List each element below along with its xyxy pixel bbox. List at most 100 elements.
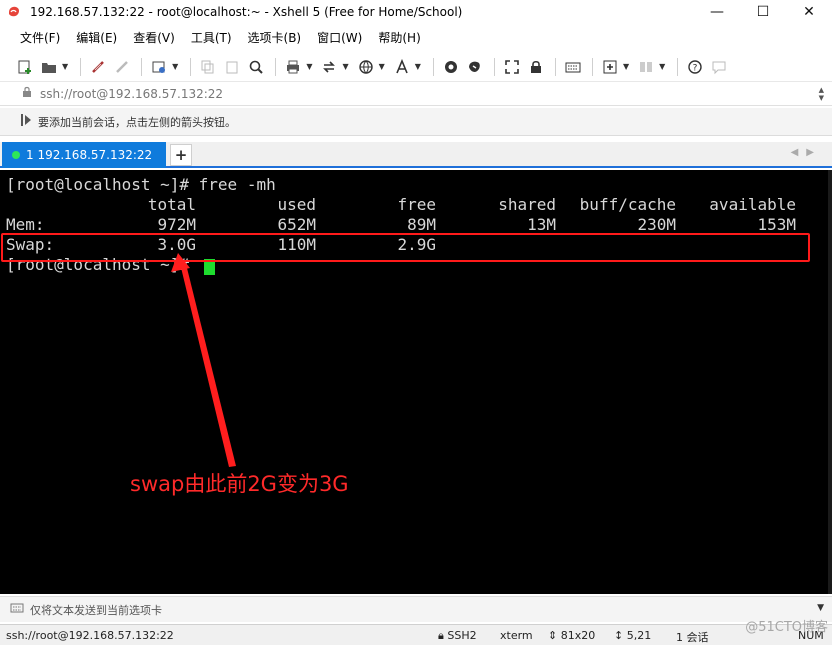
chevron-right-icon[interactable]: ▶ xyxy=(806,147,822,158)
connection-status-icon xyxy=(12,151,20,159)
properties-icon[interactable] xyxy=(148,56,170,78)
header-free: free xyxy=(397,195,436,214)
tab-session-1[interactable]: 1 192.168.57.132:22 xyxy=(2,142,166,168)
new-session-icon[interactable] xyxy=(14,56,36,78)
status-size: ⇕ 81x20 xyxy=(548,629,595,642)
mem-available: 153M xyxy=(757,215,796,234)
chevron-up-icon[interactable]: ▲ xyxy=(819,86,824,94)
paste-icon[interactable] xyxy=(221,56,243,78)
mem-label: Mem: xyxy=(6,215,45,234)
status-size-text: 81x20 xyxy=(560,629,596,642)
font-icon[interactable] xyxy=(391,56,413,78)
cursor-pos-icon: ↕ xyxy=(614,629,624,642)
status-bar: ssh://root@192.168.57.132:22 🔒︎ SSH2 xte… xyxy=(0,624,832,645)
chevron-down-icon[interactable]: ▼ xyxy=(817,603,824,613)
copy-icon[interactable] xyxy=(197,56,219,78)
globe-icon[interactable] xyxy=(355,56,377,78)
menu-file[interactable]: 文件(F) xyxy=(20,29,60,46)
toolbar-divider xyxy=(275,57,277,76)
mem-free: 89M xyxy=(407,215,436,234)
status-connection: ssh://root@192.168.57.132:22 xyxy=(6,629,174,642)
layout-icon[interactable] xyxy=(635,56,657,78)
chevron-down-icon[interactable]: ▼ xyxy=(415,62,421,71)
minimize-button[interactable]: — xyxy=(694,0,740,24)
transfer-icon[interactable] xyxy=(318,56,340,78)
chevron-down-icon[interactable]: ▼ xyxy=(172,62,178,71)
session-hint-bar: 要添加当前会话，点击左侧的箭头按钮。 xyxy=(0,108,832,136)
tab-navigation[interactable]: ◀▶ xyxy=(791,147,822,158)
header-available: available xyxy=(709,195,796,214)
swap-highlight-box xyxy=(1,233,810,262)
tab-label: 1 192.168.57.132:22 xyxy=(26,148,153,162)
arrow-icon[interactable] xyxy=(20,113,32,130)
mem-used: 652M xyxy=(277,215,316,234)
toolbar-divider xyxy=(190,57,192,76)
window-title: 192.168.57.132:22 - root@localhost:~ - X… xyxy=(30,5,463,19)
xftp-icon[interactable] xyxy=(440,56,462,78)
header-used: used xyxy=(277,195,316,214)
toolbar-divider xyxy=(141,57,143,76)
lock-icon: 🔒︎ xyxy=(438,629,444,642)
svg-text:?: ? xyxy=(693,63,698,73)
menu-bar: 文件(F) 编辑(E) 查看(V) 工具(T) 选项卡(B) 窗口(W) 帮助(… xyxy=(0,26,832,48)
help-icon[interactable]: ? xyxy=(684,56,706,78)
chevron-down-icon[interactable]: ▼ xyxy=(62,62,68,71)
chat-icon[interactable] xyxy=(708,56,730,78)
header-buff-cache: buff/cache xyxy=(579,195,676,214)
status-cursor: ↕ 5,21 xyxy=(614,629,651,642)
close-button[interactable]: ✕ xyxy=(786,0,832,24)
maximize-button[interactable]: ☐ xyxy=(740,0,786,24)
add-panel-icon[interactable] xyxy=(599,56,621,78)
menu-view[interactable]: 查看(V) xyxy=(133,29,175,46)
keyboard-icon[interactable] xyxy=(562,56,584,78)
send-bar[interactable]: 仅将文本发送到当前选项卡 ▼ xyxy=(0,596,832,622)
fullscreen-icon[interactable] xyxy=(501,56,523,78)
reconnect-icon[interactable] xyxy=(87,56,109,78)
add-tab-button[interactable]: + xyxy=(170,144,192,166)
menu-window[interactable]: 窗口(W) xyxy=(317,29,362,46)
xshell-logo-icon xyxy=(6,4,22,20)
mem-total: 972M xyxy=(157,215,196,234)
chevron-down-icon[interactable]: ▼ xyxy=(379,62,385,71)
title-bar: 192.168.57.132:22 - root@localhost:~ - X… xyxy=(0,0,832,24)
chevron-down-icon[interactable]: ▼ xyxy=(306,62,312,71)
mem-buff-cache: 230M xyxy=(637,215,676,234)
address-input[interactable]: ssh://root@192.168.57.132:22 xyxy=(40,87,223,101)
mem-shared: 13M xyxy=(527,215,556,234)
chevron-down-icon[interactable]: ▼ xyxy=(819,94,824,102)
toolbar-divider xyxy=(554,57,556,76)
tab-bar: 1 192.168.57.132:22 + ◀▶ xyxy=(0,142,832,168)
menu-tools[interactable]: 工具(T) xyxy=(191,29,232,46)
prompt-line: [root@localhost ~]# free -mh xyxy=(6,175,276,194)
status-protocol: 🔒︎ SSH2 xyxy=(438,629,477,643)
mem-row: Mem: 972M 652M 89M 13M 230M 153M xyxy=(6,215,826,235)
header-row: total used free shared buff/cache availa… xyxy=(6,195,826,215)
status-protocol-text: SSH2 xyxy=(447,629,477,642)
lock-icon[interactable] xyxy=(525,56,547,78)
keyboard-icon xyxy=(10,602,24,617)
disconnect-icon[interactable] xyxy=(111,56,133,78)
print-icon[interactable] xyxy=(282,56,304,78)
chevron-down-icon[interactable]: ▼ xyxy=(342,62,348,71)
menu-help[interactable]: 帮助(H) xyxy=(378,29,420,46)
find-icon[interactable] xyxy=(245,56,267,78)
menu-tab[interactable]: 选项卡(B) xyxy=(248,29,302,46)
chevron-down-icon[interactable]: ▼ xyxy=(623,62,629,71)
lock-icon xyxy=(22,86,32,101)
header-total: total xyxy=(147,195,196,214)
toolbar-divider xyxy=(677,57,679,76)
menu-edit[interactable]: 编辑(E) xyxy=(76,29,117,46)
address-bar[interactable]: ssh://root@192.168.57.132:22 ▲ ▼ xyxy=(0,82,832,106)
hint-text: 要添加当前会话，点击左侧的箭头按钮。 xyxy=(38,115,236,129)
status-sessions: 1 会话 xyxy=(676,631,709,644)
open-folder-icon[interactable] xyxy=(38,56,60,78)
chevron-left-icon[interactable]: ◀ xyxy=(791,147,807,158)
xmanager-icon[interactable] xyxy=(464,56,486,78)
chevron-down-icon[interactable]: ▼ xyxy=(659,62,665,71)
terminal-scrollbar[interactable] xyxy=(828,170,832,594)
toolbar-divider xyxy=(432,57,434,76)
address-scroll[interactable]: ▲ ▼ xyxy=(819,86,824,102)
resize-icon: ⇕ xyxy=(548,629,558,642)
toolbar: ▼ ▼ ▼ ▼ ▼ ▼ ▼ ▼ ? xyxy=(0,52,832,82)
toolbar-divider xyxy=(493,57,495,76)
